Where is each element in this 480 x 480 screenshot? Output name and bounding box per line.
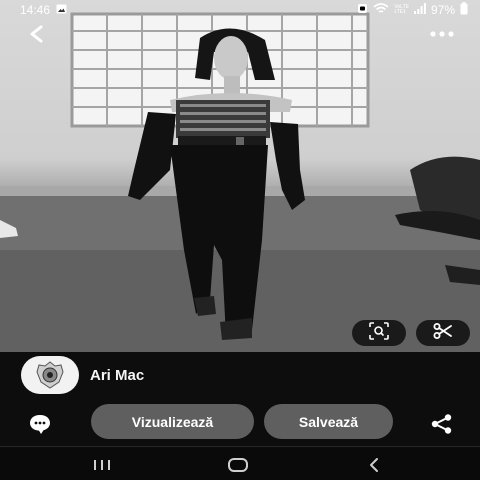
cutout-button[interactable] bbox=[416, 320, 470, 346]
system-navigation-bar bbox=[0, 448, 480, 480]
battery-icon bbox=[460, 2, 468, 18]
visual-search-button[interactable] bbox=[352, 320, 406, 346]
author-row[interactable]: Ari Mac bbox=[0, 352, 480, 398]
signal-icon bbox=[413, 3, 426, 17]
chevron-left-icon[interactable] bbox=[22, 22, 50, 46]
action-row: Vizualizează Salvează bbox=[0, 404, 480, 444]
comment-bubble-icon[interactable] bbox=[26, 412, 54, 436]
view-button[interactable]: Vizualizează bbox=[91, 404, 254, 439]
pin-image[interactable] bbox=[0, 0, 480, 352]
lte-label: LTE1 bbox=[394, 9, 406, 15]
recents-icon[interactable] bbox=[82, 454, 122, 476]
wifi-icon bbox=[373, 2, 389, 18]
divider bbox=[0, 446, 480, 447]
runway-photo-illustration bbox=[0, 12, 480, 352]
save-button[interactable]: Salvează bbox=[264, 404, 393, 439]
status-time: 14:46 bbox=[20, 3, 51, 17]
share-icon[interactable] bbox=[428, 412, 456, 436]
volte-indicator: VoLTE LTE1 bbox=[394, 5, 409, 15]
gallery-notification-icon bbox=[56, 3, 67, 17]
alarm-icon bbox=[357, 3, 368, 17]
battery-percent: 97% bbox=[430, 3, 455, 17]
avatar-logo-icon bbox=[36, 361, 64, 389]
status-bar: 14:46 VoLTE LTE1 97% bbox=[0, 0, 480, 20]
more-horizontal-icon[interactable] bbox=[428, 24, 456, 44]
scissors-icon bbox=[433, 322, 453, 344]
home-icon[interactable] bbox=[218, 454, 258, 476]
status-left: 14:46 bbox=[20, 3, 67, 17]
avatar[interactable] bbox=[21, 356, 79, 394]
system-back-icon[interactable] bbox=[354, 454, 394, 476]
status-right: VoLTE LTE1 97% bbox=[357, 2, 468, 18]
visual-search-icon bbox=[369, 321, 389, 345]
author-name[interactable]: Ari Mac bbox=[90, 367, 144, 384]
